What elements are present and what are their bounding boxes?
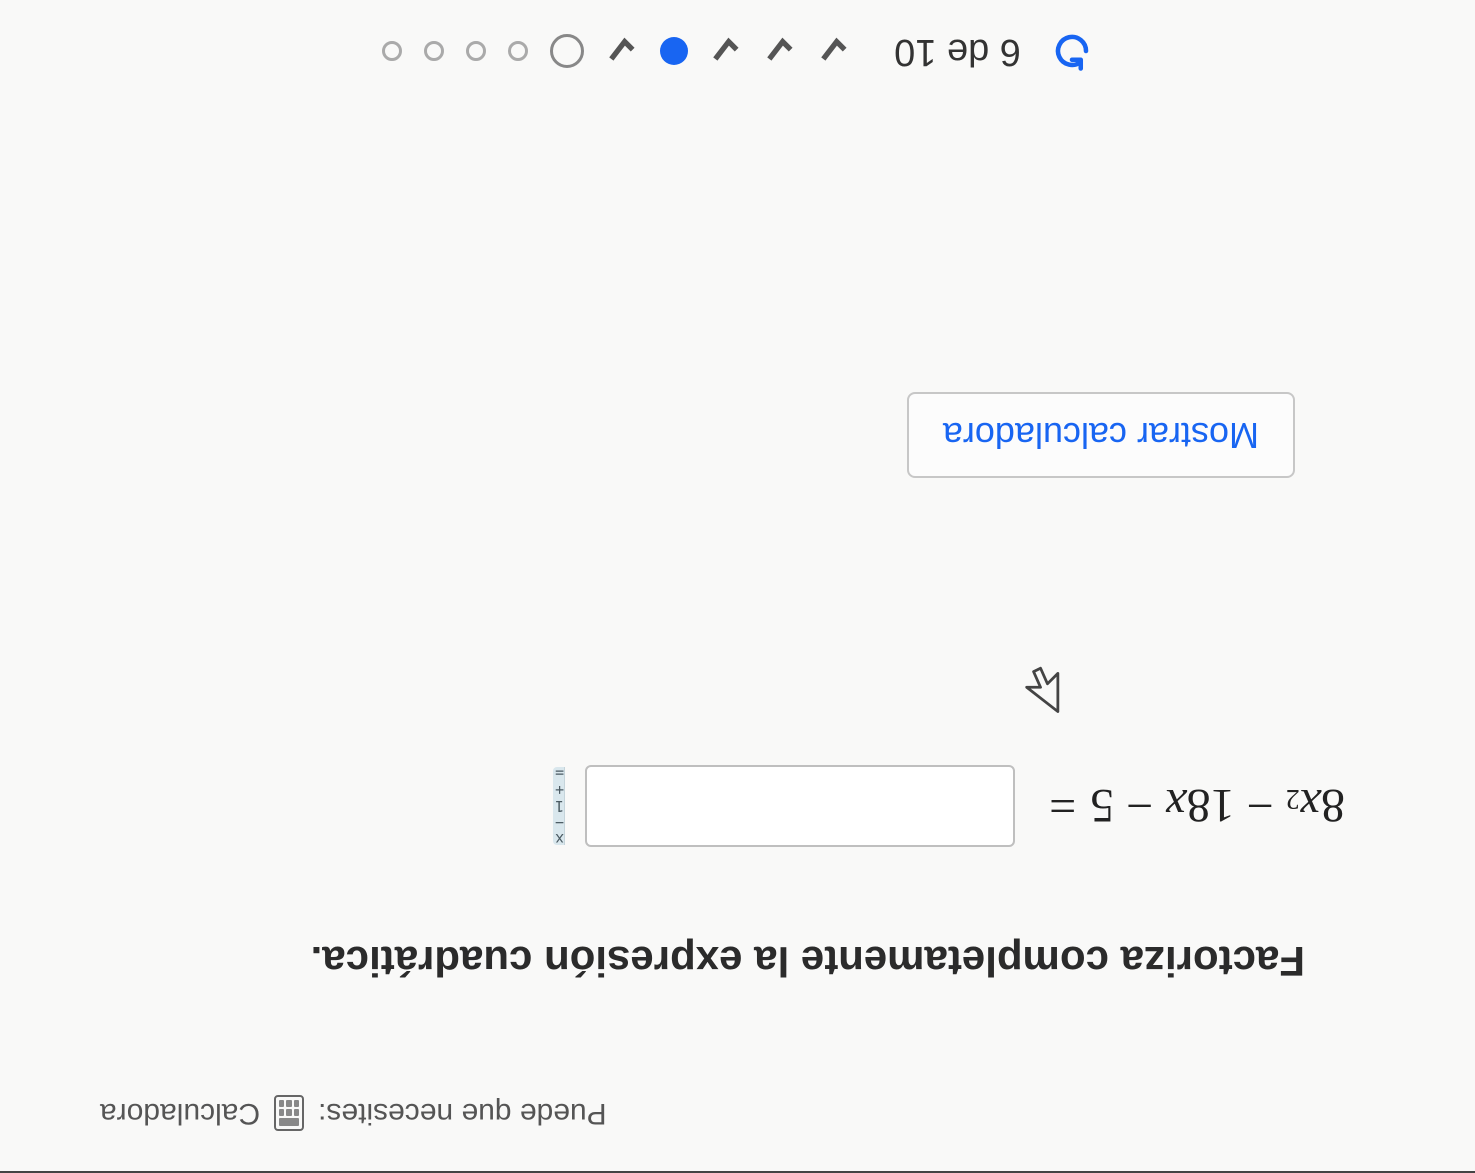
keypad-line1: x − 1 <box>553 798 564 848</box>
tools-hint-row: Puede que necesites: Calculadora <box>100 1095 1415 1131</box>
progress-text: 6 de 10 <box>894 30 1021 73</box>
keypad-line2: + = <box>553 765 564 798</box>
answer-input[interactable] <box>565 767 1013 845</box>
progress-bar: 6 de 10 <box>0 30 1475 73</box>
progress-dot-9[interactable] <box>424 42 444 62</box>
math-keypad-toggle[interactable]: x − 1 + = <box>553 767 565 845</box>
progress-dot-3[interactable] <box>710 36 742 68</box>
may-need-label: Puede que necesites: <box>318 1096 607 1130</box>
progress-dot-7[interactable] <box>508 42 528 62</box>
progress-dot-8[interactable] <box>466 42 486 62</box>
progress-dot-5[interactable] <box>606 36 638 68</box>
question-instruction: Factoriza completamente la expresión cua… <box>60 937 1305 985</box>
equation-expression: 8 x 2 − 18 x − 5 = <box>1035 779 1345 834</box>
equation-row: 8 x 2 − 18 x − 5 = x − 1 + = <box>60 765 1345 847</box>
progress-dot-4[interactable] <box>660 38 688 66</box>
calculator-icon <box>274 1095 304 1131</box>
show-calculator-button[interactable]: Mostrar calculadora <box>907 392 1295 478</box>
calculator-hint-label: Calculadora <box>100 1096 260 1130</box>
progress-dot-10[interactable] <box>382 42 402 62</box>
progress-dots <box>382 35 850 69</box>
progress-dot-6[interactable] <box>550 35 584 69</box>
cursor-pointer-icon <box>60 658 1065 715</box>
restart-icon[interactable] <box>1051 31 1093 73</box>
progress-dot-1[interactable] <box>818 36 850 68</box>
progress-dot-2[interactable] <box>764 36 796 68</box>
answer-box[interactable]: x − 1 + = <box>585 765 1015 847</box>
